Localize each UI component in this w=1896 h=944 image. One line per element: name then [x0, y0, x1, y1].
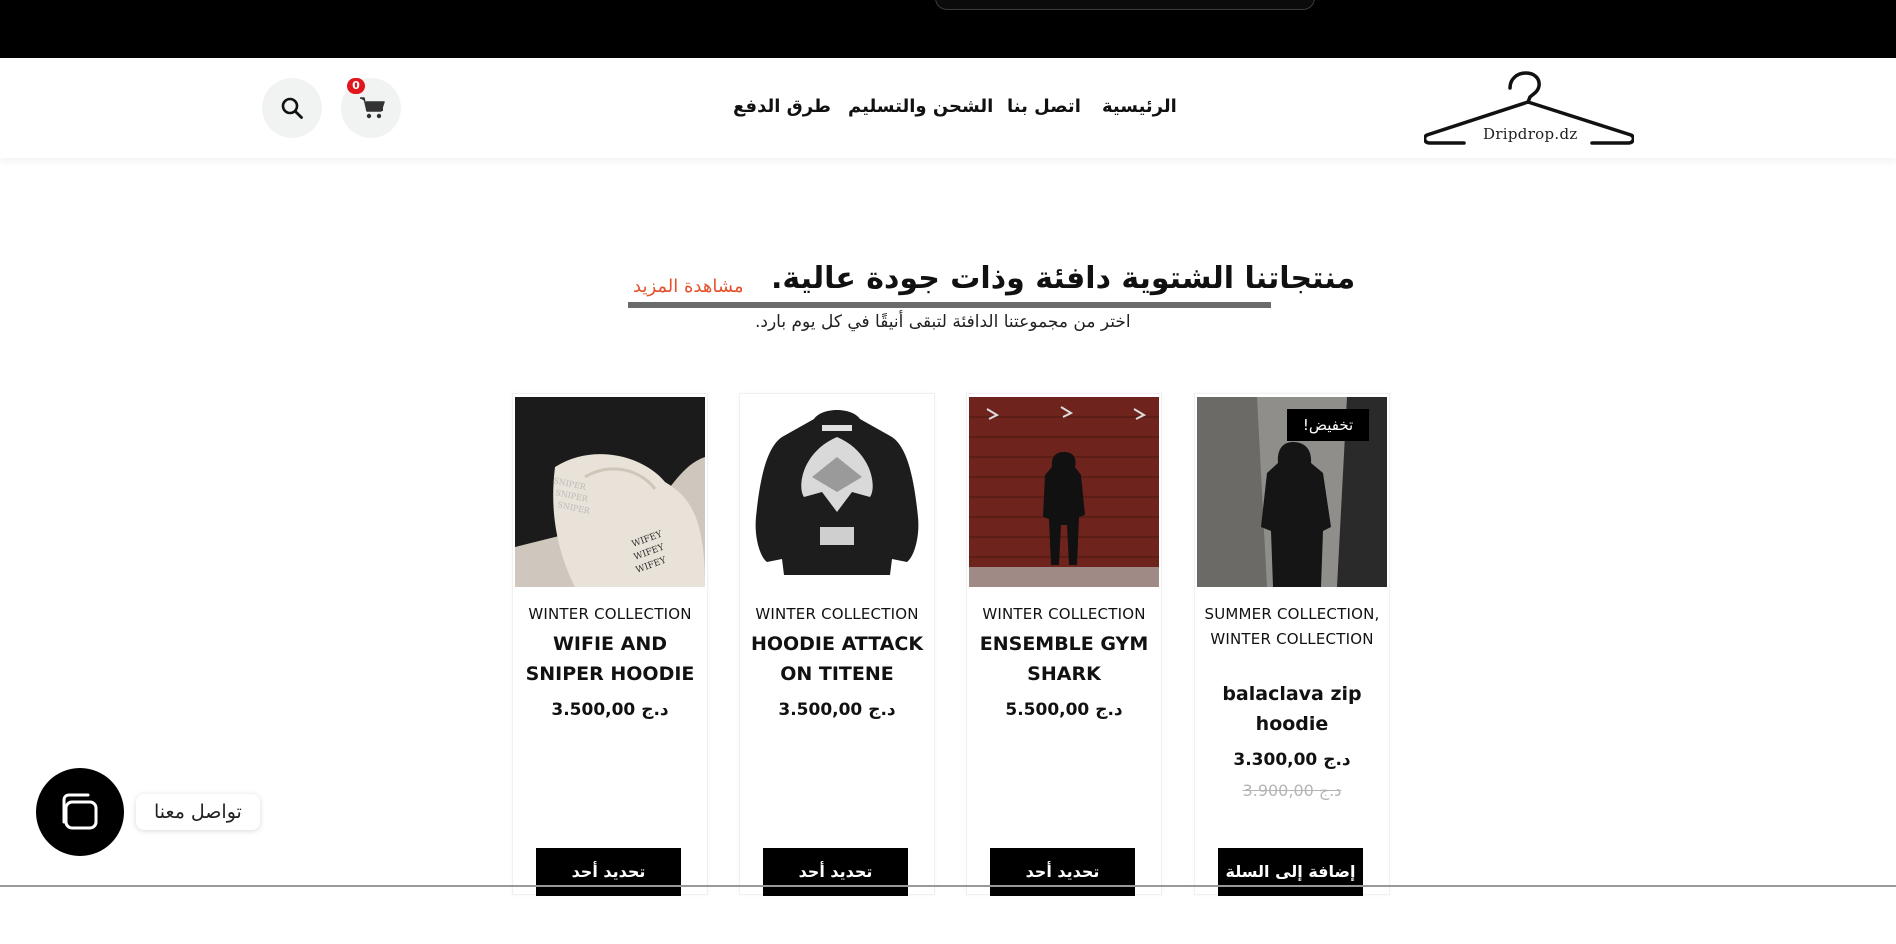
cart-count-badge: 0 — [347, 78, 365, 94]
chat-icon — [62, 793, 98, 830]
top-bar — [0, 0, 1896, 58]
product-price: 5.500,00 د.ج — [1005, 700, 1123, 720]
product-category[interactable]: WINTER COLLECTION — [519, 602, 701, 627]
product-card: WINTER COLLECTION ENSEMBLE GYM SHARK 5.5… — [966, 393, 1162, 929]
add-to-cart-button[interactable]: إضافة إلى السلة — [1218, 848, 1363, 896]
product-old-price: 3.900,00 د.ج — [1242, 781, 1342, 800]
product-card: WINTER COLLECTION HOODIE ATTACK ON TITEN… — [739, 393, 935, 929]
site-header: Dripdrop.dz الرئيسية اتصل بنا الشحن والت… — [0, 58, 1896, 158]
title-underline — [628, 302, 1271, 308]
product-card: تخفيض! SUMMER COLLECTION, WINTER COLLECT… — [1194, 393, 1390, 896]
top-search-field[interactable] — [935, 0, 1315, 10]
product-name[interactable]: balaclava zip hoodie — [1201, 679, 1383, 739]
nav-payment[interactable]: طرق الدفع — [733, 96, 831, 117]
product-image[interactable] — [969, 397, 1159, 587]
product-image[interactable]: SNIPER SNIPER SNIPER WIFEY WIFEY WIFEY — [515, 397, 705, 587]
product-name[interactable]: ENSEMBLE GYM SHARK — [973, 629, 1155, 689]
search-button[interactable] — [262, 78, 322, 138]
section-title: منتجاتنا الشتوية دافئة وذات جودة عالية. — [771, 261, 1356, 296]
sale-badge: تخفيض! — [1287, 409, 1369, 441]
select-options-button[interactable]: تحديد أحد الخيارات — [763, 848, 908, 929]
product-category[interactable]: WINTER COLLECTION — [746, 602, 928, 627]
product-name[interactable]: WIFIE AND SNIPER HOODIE — [519, 629, 701, 689]
logo-text: Dripdrop.dz — [1483, 125, 1578, 143]
product-category[interactable]: WINTER COLLECTION — [973, 602, 1155, 627]
product-name[interactable]: HOODIE ATTACK ON TITENE — [746, 629, 928, 689]
product-price: 3.500,00 د.ج — [778, 700, 896, 720]
nav-shipping[interactable]: الشحن والتسليم — [848, 96, 993, 117]
chat-button[interactable] — [36, 768, 124, 856]
select-options-button[interactable]: تحديد أحد الخيارات — [990, 848, 1135, 929]
product-price: 3.500,00 د.ج — [551, 700, 669, 720]
section-subtitle: اختر من مجموعتنا الدافئة لتبقى أنيقًا في… — [755, 312, 1131, 332]
product-price: 3.300,00 د.ج — [1233, 750, 1351, 770]
select-options-button[interactable]: تحديد أحد الخيارات — [536, 848, 681, 929]
product-image[interactable] — [742, 397, 932, 587]
cart-icon — [360, 97, 385, 119]
product-category[interactable]: SUMMER COLLECTION, WINTER COLLECTION — [1201, 602, 1383, 652]
product-card: SNIPER SNIPER SNIPER WIFEY WIFEY WIFEY W… — [512, 393, 708, 929]
see-more-link[interactable]: مشاهدة المزيد — [633, 276, 744, 297]
nav-contact[interactable]: اتصل بنا — [1007, 96, 1081, 117]
nav-home[interactable]: الرئيسية — [1102, 96, 1177, 117]
chat-label[interactable]: تواصل معنا — [136, 794, 260, 830]
search-icon — [281, 97, 303, 119]
